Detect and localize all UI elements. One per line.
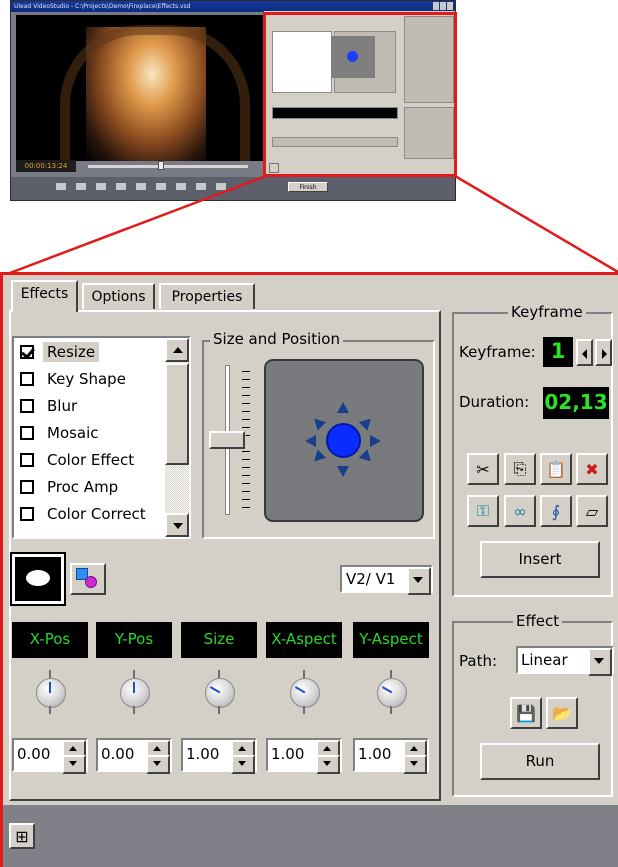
duration-value: 02,13 [543,387,609,419]
effect-item-blur[interactable]: Blur [20,395,77,417]
ellipse-shape-button[interactable] [10,552,66,606]
y-aspect-knob[interactable] [369,670,413,714]
chevron-down-icon [594,658,604,664]
effect-label: Resize [43,342,100,362]
y-pos-knob[interactable] [112,670,156,714]
next-keyframe-button[interactable] [595,339,612,366]
zoom-callout-lines [1,174,618,278]
save-icon[interactable]: 💾 [510,697,542,729]
x-aspect-knob[interactable] [282,670,326,714]
chevron-right-icon [602,349,607,359]
effect-item-proc-amp[interactable]: Proc Amp [20,476,118,498]
move-left-icon[interactable] [305,435,316,447]
insert-button[interactable]: Insert [480,541,600,578]
param-label-x-aspect: X-Aspect [266,622,342,658]
size-knob[interactable] [197,670,241,714]
duration-label: Duration: [459,393,530,411]
effect-title: Effect [513,612,563,630]
fit-to-window-icon[interactable]: ⊞ [9,823,35,849]
key-add-icon[interactable]: ⚿ [467,495,499,527]
x-aspect-spinbox[interactable]: 1.00 [266,738,342,774]
path-select-value: Linear [521,651,568,669]
scroll-thumb[interactable] [165,363,189,465]
y-pos-spinbox[interactable]: 0.00 [96,738,172,774]
size-position-title: Size and Position [210,330,343,348]
y-pos-value: 0.00 [101,745,135,763]
track-select[interactable]: V2/ V1 [340,565,433,595]
size-slider-thumb[interactable] [209,431,254,449]
move-right-icon[interactable] [370,435,381,447]
link-icon[interactable]: ∞ [504,495,536,527]
dropdown-button[interactable] [588,648,612,676]
curve-icon[interactable]: ∮ [540,495,572,527]
chevron-left-icon [582,349,587,359]
effect-checkbox[interactable] [20,453,34,467]
decrement-button[interactable] [62,755,86,774]
effect-item-mosaic[interactable]: Mosaic [20,422,99,444]
move-up-icon[interactable] [337,402,349,413]
chevron-down-icon [173,523,183,529]
effect-item-color-effect[interactable]: Color Effect [20,449,134,471]
param-label-size: Size [181,622,257,658]
x-pos-spinbox[interactable]: 0.00 [12,738,88,774]
keyframe-value: 1 [543,337,573,367]
effect-checkbox[interactable] [20,372,34,386]
open-folder-icon[interactable]: 📂 [546,697,578,729]
effect-label: Mosaic [47,424,99,442]
scroll-up-button[interactable] [165,338,189,362]
effect-label: Blur [47,397,78,415]
effect-label: Color Correct [47,505,146,523]
effect-checkbox[interactable] [20,480,34,494]
effect-checkbox[interactable] [20,399,34,413]
effect-item-resize[interactable]: Resize [20,341,100,363]
x-aspect-value: 1.00 [271,745,305,763]
tab-properties[interactable]: Properties [159,283,255,309]
chevron-up-icon [173,347,183,353]
track-select-value: V2/ V1 [346,570,396,588]
effect-item-key-shape[interactable]: Key Shape [20,368,126,390]
tab-effects[interactable]: Effects [11,280,78,312]
path-label: Path: [459,652,498,670]
effect-label: Proc Amp [47,478,119,496]
effect-label: Key Shape [47,370,126,388]
move-down-icon[interactable] [337,466,349,477]
decrement-button[interactable] [316,755,340,774]
x-pos-knob[interactable] [28,670,72,714]
keyframe-label: Keyframe: [459,343,536,361]
param-label-x-pos: X-Pos [12,622,88,658]
eraser-icon[interactable]: ▱ [576,495,608,527]
scroll-down-button[interactable] [165,513,189,537]
path-select[interactable]: Linear [516,646,614,676]
tab-options[interactable]: Options [82,283,155,309]
copy-icon[interactable]: ⎘ [504,453,536,485]
paste-icon[interactable]: 📋 [540,453,572,485]
run-button[interactable]: Run [480,743,600,780]
decrement-button[interactable] [403,755,427,774]
keyframe-title: Keyframe [508,303,586,321]
position-handle[interactable] [326,423,361,458]
chevron-down-icon [413,577,423,583]
dropdown-button[interactable] [407,567,431,595]
prev-keyframe-button[interactable] [576,339,593,366]
effect-item-color-correct[interactable]: Color Correct [20,503,146,525]
layer-circle-icon [85,576,97,588]
size-spinbox[interactable]: 1.00 [181,738,257,774]
param-label-y-pos: Y-Pos [96,622,172,658]
effect-checkbox[interactable] [20,345,34,359]
param-label-y-aspect: Y-Aspect [353,622,429,658]
decrement-button[interactable] [231,755,255,774]
effect-checkbox[interactable] [20,426,34,440]
x-pos-value: 0.00 [17,745,51,763]
effect-checkbox[interactable] [20,507,34,521]
delete-icon[interactable]: ✖ [576,453,608,485]
cut-icon[interactable]: ✂ [467,453,499,485]
effect-label: Color Effect [47,451,135,469]
y-aspect-value: 1.00 [358,745,392,763]
size-value: 1.00 [186,745,220,763]
y-aspect-spinbox[interactable]: 1.00 [353,738,429,774]
decrement-button[interactable] [146,755,170,774]
bottom-toolbar [0,805,618,867]
